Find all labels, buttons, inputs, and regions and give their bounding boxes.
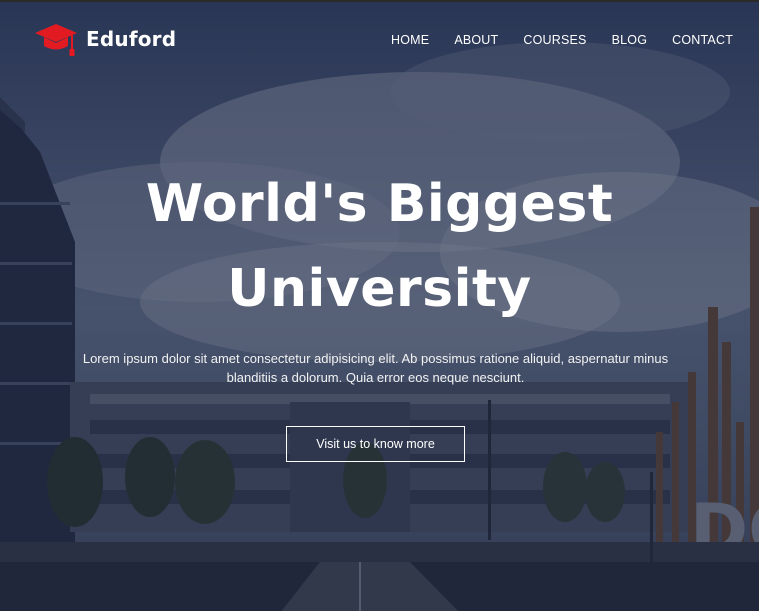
hero-description: Lorem ipsum dolor sit amet consectetur a… [82, 351, 669, 385]
brand-name: Eduford [86, 27, 177, 51]
nav-item-about[interactable]: ABOUT [454, 33, 498, 47]
nav-item-contact[interactable]: CONTACT [672, 33, 733, 47]
hero-title-line-2: University [227, 259, 532, 319]
nav-item-blog[interactable]: BLOG [612, 33, 648, 47]
visit-us-button[interactable]: Visit us to know more [286, 426, 465, 462]
nav-item-home[interactable]: HOME [391, 33, 429, 47]
nav-item-courses[interactable]: COURSES [523, 33, 586, 47]
graduation-cap-icon [35, 24, 77, 56]
brand-logo[interactable]: Eduford [34, 20, 176, 58]
hero-section: DC Eduford HOME ABOUT COURSES BLOG CONTA… [0, 0, 759, 611]
main-nav: HOME ABOUT COURSES BLOG CONTACT [391, 33, 733, 47]
hero-title-line-1: World's Biggest [145, 174, 614, 234]
